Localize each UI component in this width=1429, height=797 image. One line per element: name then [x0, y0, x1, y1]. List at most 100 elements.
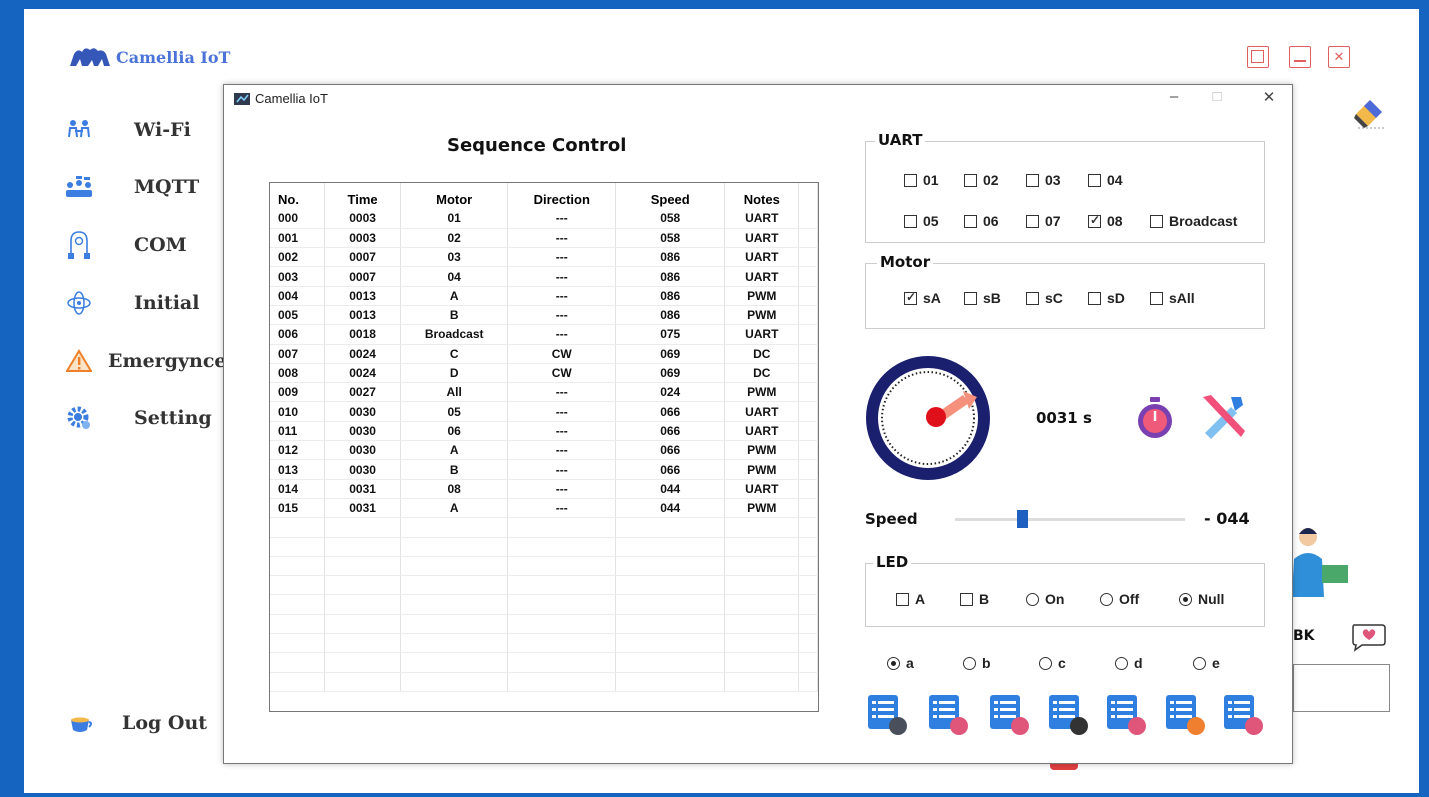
mode-radio-e[interactable]: e	[1193, 655, 1220, 671]
window-close-button[interactable]: ✕	[1254, 88, 1284, 106]
bg-text-box[interactable]	[1293, 664, 1390, 712]
motor-box-sb[interactable]	[964, 291, 977, 305]
sidebar-item-com[interactable]: COM	[62, 230, 187, 260]
uart-check-06[interactable]: 06	[964, 213, 999, 229]
table-row[interactable]: 014 0031 08 --- 044 UART	[270, 479, 818, 499]
mode-dot-e[interactable]	[1193, 656, 1206, 670]
main-restore-button[interactable]	[1247, 46, 1269, 68]
uart-check-02[interactable]: 02	[964, 172, 999, 188]
chat-heart-icon[interactable]	[1350, 622, 1388, 652]
uart-box-07[interactable]	[1026, 214, 1039, 228]
mode-radio-c[interactable]: c	[1039, 655, 1066, 671]
sidebar-item-wifi[interactable]: Wi-Fi	[62, 115, 191, 145]
uart-check-04[interactable]: 04	[1088, 172, 1123, 188]
mode-radio-b[interactable]: b	[963, 655, 991, 671]
uart-box-04[interactable]	[1088, 173, 1101, 187]
table-row[interactable]: 002 0007 03 --- 086 UART	[270, 247, 818, 268]
table-row[interactable]: 004 0013 A --- 086 PWM	[270, 286, 818, 306]
uart-check-08[interactable]: 08	[1088, 213, 1123, 229]
led-check-b[interactable]: B	[960, 591, 989, 607]
sidebar-item-setting[interactable]: Setting	[62, 403, 212, 433]
motor-check-sa[interactable]: sA	[904, 290, 941, 306]
led-box-b[interactable]	[960, 592, 973, 606]
led-box-a[interactable]	[896, 592, 909, 606]
main-close-button[interactable]: ✕	[1328, 46, 1350, 68]
uart-check-broadcast[interactable]: Broadcast	[1150, 213, 1237, 229]
list-save-button[interactable]	[1104, 692, 1150, 738]
speed-slider-thumb[interactable]	[1016, 510, 1028, 528]
uart-box-08[interactable]	[1088, 213, 1101, 228]
mode-dot-a[interactable]	[887, 656, 900, 670]
table-row[interactable]: 015 0031 A --- 044 PWM	[270, 498, 818, 519]
logout-button[interactable]: Log Out	[64, 708, 207, 738]
list-reload-button[interactable]	[1163, 692, 1209, 738]
sidebar-item-mqtt[interactable]: MQTT	[62, 172, 199, 202]
list-remove-button[interactable]	[926, 692, 972, 738]
table-row-empty[interactable]	[270, 575, 818, 596]
stopwatch-icon[interactable]	[1133, 395, 1177, 441]
motor-box-sc[interactable]	[1026, 291, 1039, 305]
sidebar-item-emergynce[interactable]: Emergynce	[62, 346, 226, 376]
col-header-no[interactable]: No.	[270, 183, 326, 209]
uart-box-05[interactable]	[904, 214, 917, 228]
uart-check-05[interactable]: 05	[904, 213, 939, 229]
table-row-empty[interactable]	[270, 556, 818, 577]
col-header-time[interactable]: Time	[324, 183, 401, 209]
table-row[interactable]: 012 0030 A --- 066 PWM	[270, 440, 818, 461]
motor-check-sd[interactable]: sD	[1088, 290, 1125, 306]
table-row-empty[interactable]	[270, 633, 818, 654]
table-row[interactable]: 011 0030 06 --- 066 UART	[270, 421, 818, 442]
speed-slider-track[interactable]	[955, 518, 1185, 521]
col-header-motor[interactable]: Motor	[400, 183, 509, 209]
led-radio-on-dot[interactable]	[1026, 592, 1039, 606]
mode-radio-d[interactable]: d	[1115, 655, 1143, 671]
mode-dot-b[interactable]	[963, 656, 976, 670]
table-row[interactable]: 008 0024 D CW 069 DC	[270, 363, 818, 384]
uart-box-06[interactable]	[964, 214, 977, 228]
list-clear-button[interactable]	[987, 692, 1033, 738]
table-row[interactable]: 005 0013 B --- 086 PWM	[270, 305, 818, 326]
table-row[interactable]: 009 0027 All --- 024 PWM	[270, 382, 818, 403]
motor-box-sall[interactable]	[1150, 291, 1163, 305]
uart-check-03[interactable]: 03	[1026, 172, 1061, 188]
mode-dot-c[interactable]	[1039, 656, 1052, 670]
table-row-empty[interactable]	[270, 517, 818, 538]
tools-cross-icon[interactable]	[1197, 391, 1251, 445]
uart-check-07[interactable]: 07	[1026, 213, 1061, 229]
list-add-button[interactable]	[865, 692, 911, 738]
eraser-icon[interactable]	[1350, 98, 1386, 132]
list-edit-button[interactable]	[1046, 692, 1092, 738]
window-maximize-button[interactable]: □	[1202, 88, 1232, 105]
table-row-empty[interactable]	[270, 594, 818, 615]
table-row-empty[interactable]	[270, 652, 818, 673]
led-radio-off-dot[interactable]	[1100, 592, 1113, 606]
main-minimize-button[interactable]	[1289, 46, 1311, 68]
table-row-empty[interactable]	[270, 672, 818, 692]
led-check-a[interactable]: A	[896, 591, 925, 607]
motor-box-sd[interactable]	[1088, 291, 1101, 305]
uart-box-broadcast[interactable]	[1150, 214, 1163, 228]
table-row[interactable]: 000 0003 01 --- 058 UART	[270, 209, 818, 229]
led-radio-off[interactable]: Off	[1100, 591, 1139, 607]
col-header-direction[interactable]: Direction	[507, 183, 617, 209]
table-row[interactable]: 003 0007 04 --- 086 UART	[270, 266, 818, 287]
motor-check-sb[interactable]: sB	[964, 290, 1001, 306]
uart-box-02[interactable]	[964, 173, 977, 187]
list-run-button[interactable]	[1221, 692, 1267, 738]
mode-radio-a[interactable]: a	[887, 655, 914, 671]
led-radio-null[interactable]: Null	[1179, 591, 1224, 607]
table-row[interactable]: 010 0030 05 --- 066 UART	[270, 401, 818, 422]
sequence-grid[interactable]: No. Time Motor Direction Speed Notes 000…	[269, 182, 819, 712]
table-row-empty[interactable]	[270, 537, 818, 557]
mode-dot-d[interactable]	[1115, 656, 1128, 670]
led-radio-on[interactable]: On	[1026, 591, 1064, 607]
led-radio-null-dot[interactable]	[1179, 592, 1192, 606]
table-row[interactable]: 006 0018 Broadcast --- 075 UART	[270, 324, 818, 345]
uart-box-03[interactable]	[1026, 173, 1039, 187]
motor-check-sall[interactable]: sAll	[1150, 290, 1195, 306]
uart-check-01[interactable]: 01	[904, 172, 939, 188]
motor-check-sc[interactable]: sC	[1026, 290, 1063, 306]
table-row[interactable]: 001 0003 02 --- 058 UART	[270, 228, 818, 249]
uart-box-01[interactable]	[904, 173, 917, 187]
col-header-notes[interactable]: Notes	[724, 183, 800, 209]
